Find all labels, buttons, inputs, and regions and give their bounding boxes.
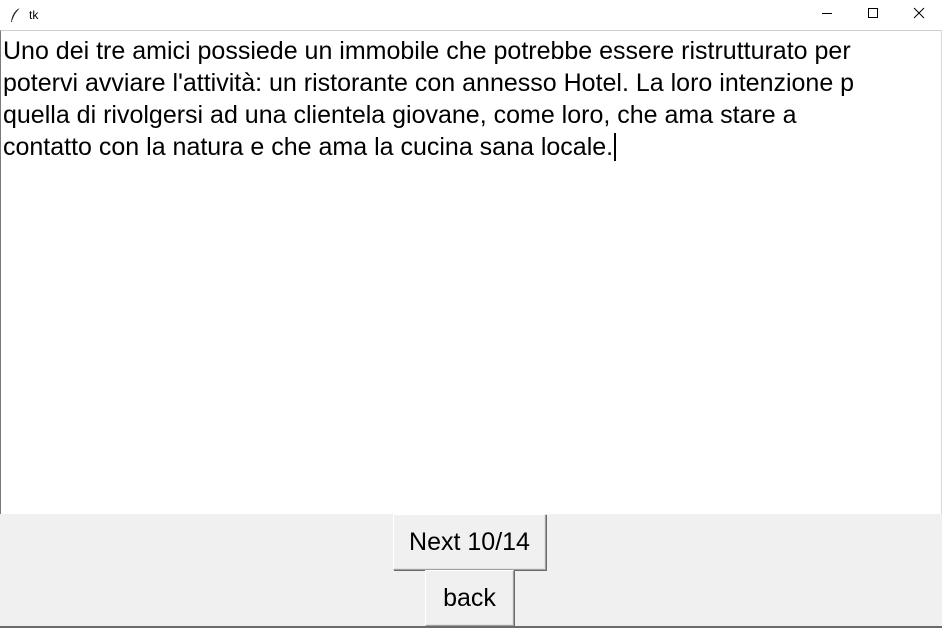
- text-area[interactable]: Uno dei tre amici possiede un immobile c…: [0, 30, 942, 514]
- text-line: contatto con la natura e che ama la cuci…: [3, 133, 614, 161]
- maximize-icon: [867, 6, 879, 24]
- window-title: tk: [29, 8, 39, 22]
- maximize-button[interactable]: [850, 0, 896, 30]
- text-line-last: contatto con la natura e che ama la cuci…: [3, 131, 941, 163]
- back-button[interactable]: back: [425, 570, 514, 626]
- close-icon: [913, 6, 925, 24]
- text-line: potervi avviare l'attività: un ristorant…: [3, 69, 855, 97]
- feather-icon: [9, 7, 23, 23]
- minimize-icon: [821, 6, 833, 24]
- text-content: Uno dei tre amici possiede un immobile c…: [3, 35, 941, 163]
- app-window: tk Uno dei tre amici possiede un immobil…: [0, 0, 942, 628]
- text-caret: [614, 133, 617, 161]
- minimize-button[interactable]: [804, 0, 850, 30]
- close-button[interactable]: [896, 0, 942, 30]
- text-line: quella di rivolgersi ad una clientela gi…: [3, 101, 797, 129]
- next-button[interactable]: Next 10/14: [393, 514, 546, 570]
- text-line: Uno dei tre amici possiede un immobile c…: [3, 37, 851, 65]
- title-bar[interactable]: tk: [0, 0, 942, 30]
